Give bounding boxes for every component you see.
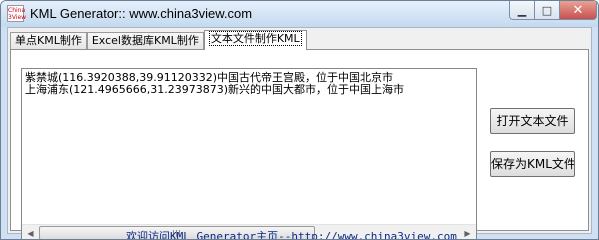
app-icon-text-2: 3View xyxy=(8,14,27,21)
tab-label: 文本文件制作KML xyxy=(208,31,302,46)
open-text-file-button[interactable]: 打开文本文件 xyxy=(490,108,575,134)
title-bar[interactable]: China 3View KML Generator:: www.china3vi… xyxy=(1,1,598,27)
window-title: KML Generator:: www.china3view.com xyxy=(30,6,253,21)
tab-text-file-kml[interactable]: 文本文件制作KML xyxy=(203,30,307,50)
close-button[interactable]: ✕ xyxy=(559,1,597,20)
text-content[interactable]: 紫禁城(116.3920388,39.91120332)中国古代帝王宫殿，位于中… xyxy=(24,71,474,223)
scroll-left-arrow[interactable]: ◀ xyxy=(22,225,39,239)
text-input-area[interactable]: 紫禁城(116.3920388,39.91120332)中国古代帝王宫殿，位于中… xyxy=(21,68,477,239)
app-logo-icon: China 3View xyxy=(7,5,27,22)
tab-single-point-kml[interactable]: 单点KML制作 xyxy=(10,32,87,50)
minimize-button[interactable]: ▁ xyxy=(509,1,535,20)
minimize-icon: ▁ xyxy=(517,3,527,17)
arrow-right-icon: ▶ xyxy=(464,228,471,238)
maximize-button[interactable]: □ xyxy=(534,1,560,20)
tab-panel: 紫禁城(116.3920388,39.91120332)中国古代帝王宫殿，位于中… xyxy=(10,49,589,239)
app-window: China 3View KML Generator:: www.china3vi… xyxy=(0,0,599,240)
maximize-icon: □ xyxy=(541,3,553,17)
tab-label: Excel数据库KML制作 xyxy=(91,34,199,47)
client-area: 单点KML制作 Excel数据库KML制作 文本文件制作KML 紫禁城(116.… xyxy=(7,27,592,239)
tab-excel-kml[interactable]: Excel数据库KML制作 xyxy=(86,32,204,50)
save-kml-button[interactable]: 保存为KML文件 xyxy=(490,151,575,177)
tab-strip: 单点KML制作 Excel数据库KML制作 文本文件制作KML xyxy=(10,30,307,50)
close-icon: ✕ xyxy=(572,2,584,18)
app-icon-text-1: China xyxy=(8,7,26,14)
arrow-left-icon: ◀ xyxy=(27,228,34,238)
text-line-2: 上海浦东(121.4965666,31.23973873)新兴的中国大都市，位于… xyxy=(25,83,405,96)
homepage-link[interactable]: 欢迎访问KML Generator主页--http://www.china3vi… xyxy=(126,228,457,239)
scroll-right-arrow[interactable]: ▶ xyxy=(459,225,476,239)
tab-label: 单点KML制作 xyxy=(15,34,82,47)
